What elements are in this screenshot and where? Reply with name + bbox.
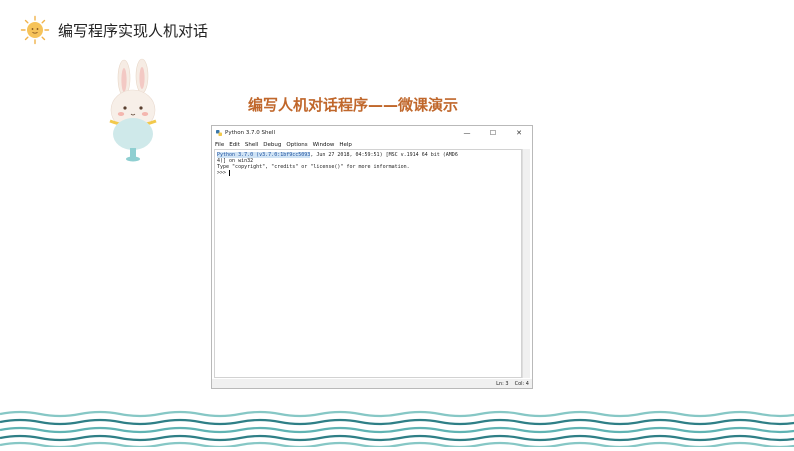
wave-decoration: [0, 408, 794, 449]
slide-title: 编写人机对话程序——微课演示: [248, 96, 459, 114]
python-shell-window[interactable]: Python 3.7.0 Shell — ☐ ✕ File Edit Shell…: [211, 125, 533, 389]
sun-icon: [20, 15, 50, 45]
menu-edit[interactable]: Edit: [229, 142, 240, 148]
slide-header: 编写程序实现人机对话: [20, 14, 208, 46]
line-number: Ln: 3: [496, 380, 509, 387]
shell-prompt: >>>: [217, 170, 230, 176]
window-titlebar[interactable]: Python 3.7.0 Shell — ☐ ✕: [212, 126, 532, 140]
maximize-button[interactable]: ☐: [480, 126, 506, 140]
status-bar: Ln: 3 Col: 4: [212, 379, 532, 388]
bunny-illustration: [100, 58, 170, 168]
menu-help[interactable]: Help: [339, 142, 352, 148]
shell-prompt-line: >>>: [217, 170, 519, 176]
menu-bar: File Edit Shell Debug Options Window Hel…: [212, 140, 532, 149]
minimize-button[interactable]: —: [454, 126, 480, 140]
menu-debug[interactable]: Debug: [263, 142, 281, 148]
text-cursor: [229, 170, 231, 176]
header-title: 编写程序实现人机对话: [58, 21, 209, 40]
menu-options[interactable]: Options: [286, 142, 307, 148]
shell-text-area[interactable]: Python 3.7.0 (v3.7.0:1bf9cc5093, Jun 27 …: [214, 149, 522, 378]
menu-window[interactable]: Window: [313, 142, 335, 148]
column-number: Col: 4: [514, 380, 529, 387]
vertical-scrollbar[interactable]: [522, 149, 530, 378]
python-icon: [216, 130, 222, 136]
close-button[interactable]: ✕: [506, 126, 532, 140]
menu-shell[interactable]: Shell: [245, 142, 258, 148]
shell-text: , Jun 27 2018, 04:59:51) [MSC v.1914 64 …: [310, 152, 458, 158]
window-title: Python 3.7.0 Shell: [225, 130, 275, 136]
menu-file[interactable]: File: [215, 142, 224, 148]
